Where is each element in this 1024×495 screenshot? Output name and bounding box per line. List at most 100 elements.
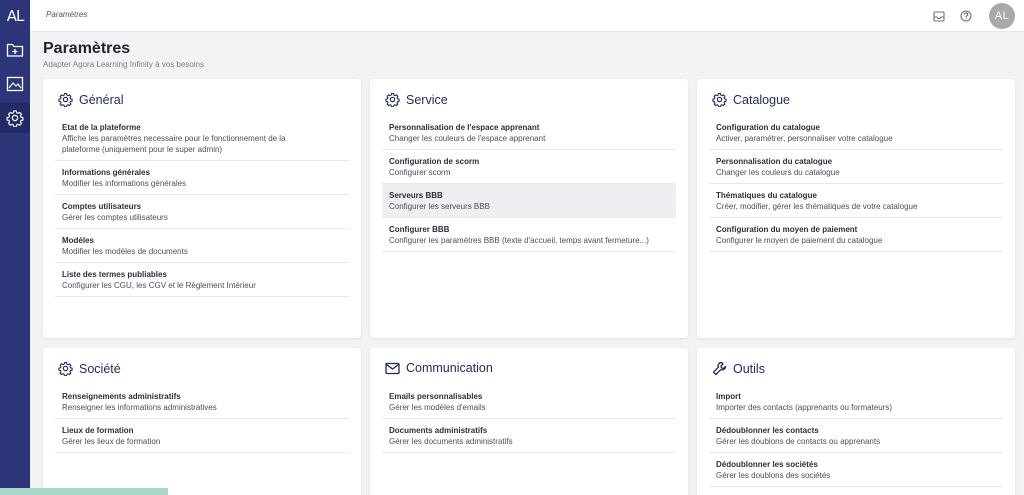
chart-image-icon [6,76,24,92]
list-item-title: Etat de la plateforme [62,123,141,132]
list-item-title: Serveurs BBB [389,191,443,200]
list-item[interactable]: Emails personnalisables Gérer les modèles… [382,385,676,419]
list-item-title: Modèles [62,236,95,245]
list-item-title: Comptes utilisateurs [62,202,142,211]
sidebar-item-settings[interactable] [0,103,30,133]
list-item-desc: Gérer les documents administratifs [389,437,513,446]
card-outils-header: Outils [712,361,765,376]
list-item-desc: Modifier les modèles de documents [62,247,188,256]
card-communication: Communication Emails personnalisables Gér… [370,348,688,495]
help-icon [960,10,972,22]
list-item-title: Personnalisation de l'espace apprenant [389,123,540,132]
list-item[interactable]: Personnalisation de l'espace apprenant Ch… [382,116,676,150]
list-item-title: Dédoublonner les contacts [716,426,819,435]
card-catalogue-header: Catalogue [712,92,790,107]
card-societe: Société Renseignements administratifs Ren… [43,348,361,495]
list-item-desc: Renseigner les informations administrati… [62,403,217,412]
inbox-button[interactable] [932,9,946,23]
list-item-title: Configuration de scorm [389,157,480,166]
list-item[interactable]: Import Importer des contacts (apprenants … [709,385,1003,419]
list-item-title: Configuration du moyen de paiement [716,225,858,234]
list-item-title: Configuration du catalogue [716,123,820,132]
card-catalogue: Catalogue Configuration du catalogue Acti… [697,79,1015,338]
topbar: Paramètres AL [30,0,1024,32]
breadcrumb[interactable]: Paramètres [46,10,87,19]
folder-plus-icon [6,43,24,57]
card-general-header: Général [58,92,123,107]
card-service: Service Personnalisation de l'espace app… [370,79,688,338]
card-general: Général Etat de la plateforme Affiche les… [43,79,361,338]
card-title: Outils [733,361,765,376]
list-item[interactable]: Lieux de formation Gérer les lieux de for… [55,419,349,453]
list-item[interactable]: Configuration du catalogue Activer, param… [709,116,1003,150]
gear-icon [385,93,400,107]
list-item-desc: Changer les couleurs de l'espace apprena… [389,134,546,143]
list-item[interactable]: Renseignements administratifs Renseigner … [55,385,349,419]
card-title: Service [406,92,448,107]
list-item-title: Documents administratifs [389,426,488,435]
gear-icon [58,362,73,376]
list-item[interactable]: Personnalisation du catalogue Changer les… [709,150,1003,184]
card-communication-header: Communication [385,361,493,375]
sidebar-item-new-folder[interactable] [0,35,30,65]
list-item-desc: Configurer scorm [389,168,451,177]
list-item[interactable]: Configurer BBB Configurer les paramètres … [382,218,676,252]
card-title: Société [79,361,121,376]
list-item-desc: Gérer les modèles d'emails [389,403,486,412]
card-societe-header: Société [58,361,121,376]
list-item-desc: Activer, paramétrer, personnaliser votre… [716,134,893,143]
list-item[interactable]: Comptes utilisateurs Gérer les comptes ut… [55,195,349,229]
gear-icon [58,93,73,107]
app-logo[interactable]: AL [0,0,30,32]
list-item[interactable]: Documents administratifs Gérer les docume… [382,419,676,453]
list-item-desc: Affiche les paramètres necessaire pour l… [62,134,286,154]
card-title: Communication [406,361,493,375]
list-item-title: Thématiques du catalogue [716,191,817,200]
list-item[interactable]: Etat de la plateforme Affiche les paramèt… [55,116,349,161]
list-item[interactable]: Thématiques du catalogue Créer, modifier,… [709,184,1003,218]
card-service-header: Service [385,92,448,107]
list-item[interactable]: Serveurs BBB Configurer les serveurs BBB [382,184,676,218]
settings-list: Etat de la plateforme Affiche les paramèt… [55,116,349,297]
gear-icon [712,93,727,107]
list-item-desc: Configurer les CGU, les CGV et le Règlem… [62,281,256,290]
list-item-title: Renseignements administratifs [62,392,181,401]
list-item-desc: Importer des contacts (apprenants ou for… [716,403,893,412]
card-outils: Outils Import Importer des contacts (appr… [697,348,1015,495]
card-title: Général [79,92,124,107]
avatar[interactable]: AL [989,3,1015,29]
list-item-desc: Modifier les informations générales [62,179,187,188]
list-item-desc: Configurer les paramètres BBB (texte d'a… [389,236,649,245]
list-item[interactable]: Informations générales Modifier les infor… [55,161,349,195]
list-item-desc: Configurer le moyen de paiement du catal… [716,236,883,245]
help-button[interactable] [959,9,973,23]
list-item-title: Liste des termes publiables [62,270,167,279]
list-item-title: Dédoublonner les sociétés [716,460,818,469]
gear-icon [6,110,24,127]
list-item[interactable]: Dédoublonner les contacts Gérer les doubl… [709,419,1003,453]
sidebar: AL [0,0,30,495]
envelope-icon [385,362,400,374]
sidebar-item-reports[interactable] [0,69,30,99]
list-item-title: Configurer BBB [389,225,450,234]
wrench-icon [712,361,727,376]
list-item-desc: Gérer les comptes utilisateurs [62,213,168,222]
card-title: Catalogue [733,92,790,107]
list-item-desc: Gérer les lieux de formation [62,437,161,446]
list-item-desc: Configurer les serveurs BBB [389,202,490,211]
list-item[interactable]: Liste des termes publiables Configurer le… [55,263,349,297]
browser-status-bar [0,488,168,495]
list-item[interactable]: Dédoublonner les sociétés Gérer les doubl… [709,453,1003,487]
list-item-desc: Gérer les doublons des sociétés [716,471,831,480]
settings-list: Renseignements administratifs Renseigner … [55,385,349,453]
list-item[interactable]: Configuration de scorm Configurer scorm [382,150,676,184]
list-item-desc: Créer, modifier, gérer les thématiques d… [716,202,918,211]
page-title: Paramètres [43,40,131,57]
list-item-title: Personnalisation du catalogue [716,157,833,166]
list-item[interactable]: Configuration du moyen de paiement Config… [709,218,1003,252]
settings-list: Personnalisation de l'espace apprenant Ch… [382,116,676,252]
list-item-desc: Changer les couleurs du catalogue [716,168,840,177]
list-item-title: Emails personnalisables [389,392,483,401]
page-subtitle: Adapter Agora Learning Infinity à vos be… [43,60,204,69]
list-item[interactable]: Modèles Modifier les modèles de documents [55,229,349,263]
